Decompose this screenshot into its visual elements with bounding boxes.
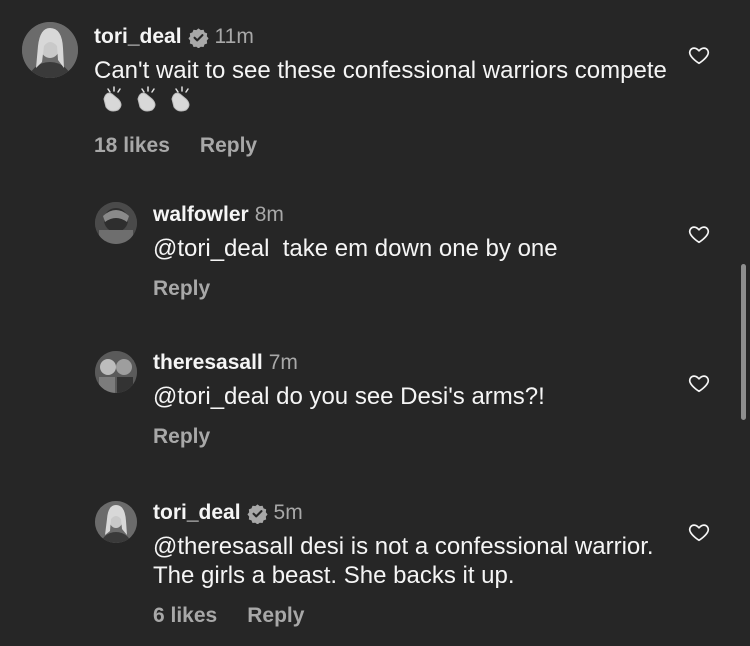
verified-badge-icon (246, 503, 268, 524)
reply-button[interactable]: Reply (153, 425, 210, 449)
reply-comment-1: walfowler 8m @tori_deal take em down one… (0, 190, 750, 330)
username[interactable]: walfowler (153, 202, 249, 228)
clapping-hands-emoji (98, 85, 198, 120)
reply-button[interactable]: Reply (200, 134, 257, 158)
avatar[interactable] (95, 351, 137, 393)
avatar[interactable] (95, 501, 137, 543)
heart-outline-icon[interactable] (688, 44, 710, 66)
username[interactable]: theresasall (153, 350, 263, 376)
username[interactable]: tori_deal (94, 24, 182, 50)
comment-text: @theresasall desi is not a confessional … (153, 533, 660, 589)
scrollbar[interactable] (741, 264, 746, 420)
heart-outline-icon[interactable] (688, 521, 710, 543)
reply-comment-3: tori_deal 5m @theresasall desi is not a … (0, 488, 750, 646)
heart-outline-icon[interactable] (688, 372, 710, 394)
comment-text: Can't wait to see these confessional war… (94, 56, 674, 120)
reply-button[interactable]: Reply (153, 277, 210, 301)
verified-badge-icon (187, 27, 209, 48)
comment-1: tori_deal 11m Can't wait to see these co… (0, 0, 750, 170)
timestamp: 8m (254, 203, 284, 226)
reply-button[interactable]: Reply (247, 604, 304, 628)
comment-text: @tori_deal do you see Desi's arms?! (153, 383, 545, 410)
reply-comment-2: theresasall 7m @tori_deal do you see Des… (0, 338, 750, 478)
comment-text: @tori_deal take em down one by one (153, 235, 558, 262)
likes-count[interactable]: 6 likes (153, 604, 217, 628)
timestamp: 5m (273, 501, 303, 524)
username[interactable]: tori_deal (153, 500, 241, 526)
likes-count[interactable]: 18 likes (94, 134, 170, 158)
heart-outline-icon[interactable] (688, 223, 710, 245)
timestamp: 11m (214, 25, 254, 48)
avatar[interactable] (95, 202, 137, 244)
timestamp: 7m (268, 351, 298, 374)
avatar[interactable] (22, 22, 78, 78)
